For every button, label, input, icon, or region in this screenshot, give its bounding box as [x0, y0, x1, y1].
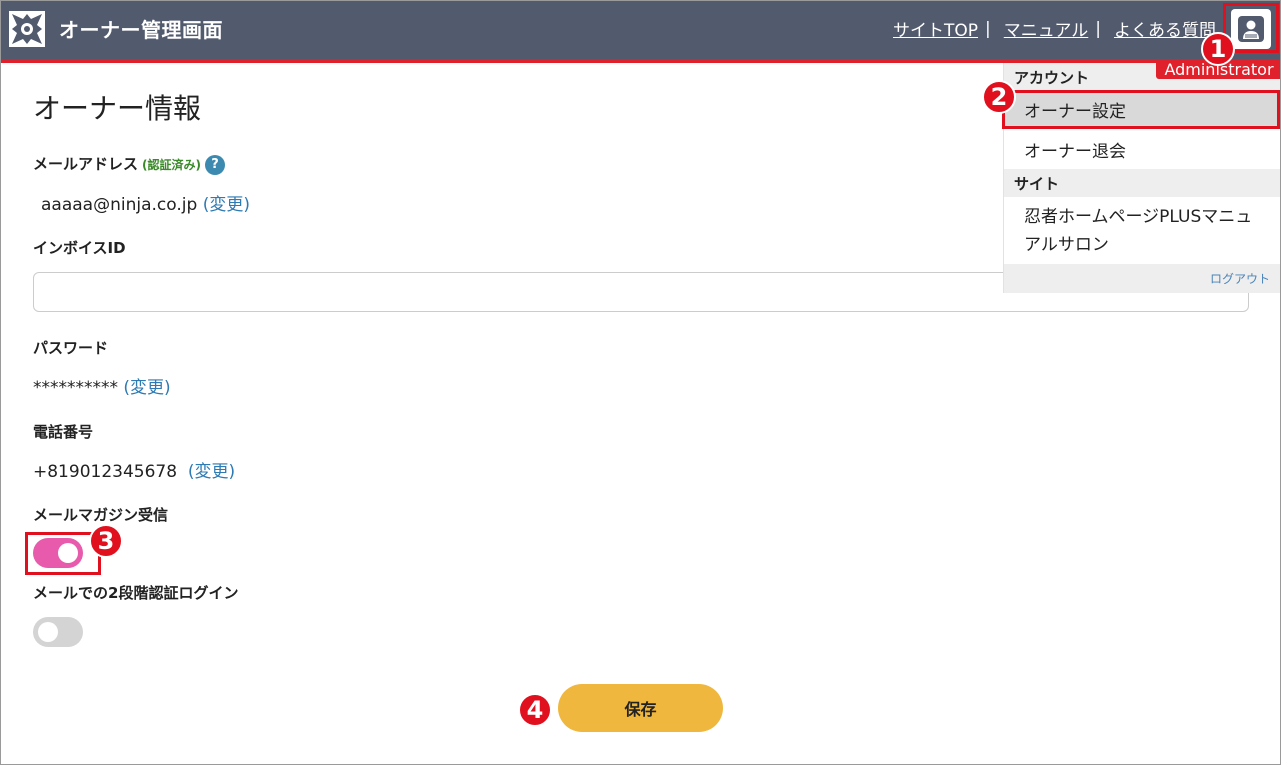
- password-value: **********: [33, 378, 118, 398]
- nav-site-top[interactable]: サイトTOP: [893, 16, 978, 41]
- callout-number-1: 1: [1201, 32, 1235, 66]
- phone-change-link[interactable]: (変更): [188, 462, 235, 482]
- nav-manual[interactable]: マニュアル: [1004, 16, 1089, 41]
- nav-separator: |: [985, 18, 991, 39]
- dropdown-section-site: サイト: [1004, 169, 1280, 197]
- save-button[interactable]: 保存: [558, 684, 723, 732]
- phone-value: +819012345678: [33, 462, 178, 482]
- email-change-link[interactable]: (変更): [203, 195, 250, 215]
- password-label: パスワード: [33, 339, 109, 357]
- menu-item-manual-salon-line2: アルサロン: [1024, 235, 1109, 255]
- menu-item-owner-withdraw[interactable]: オーナー退会: [1004, 129, 1280, 169]
- email-label-row: メールアドレス (認証済み)?: [33, 153, 225, 175]
- header-nav: サイトTOP | マニュアル | よくある質問: [893, 16, 1216, 42]
- callout-number-2: 2: [982, 80, 1016, 114]
- newsletter-label: メールマガジン受信: [33, 506, 169, 524]
- nav-separator: |: [1095, 18, 1101, 39]
- header-bar: オーナー管理画面 サイトTOP | マニュアル | よくある質問: [1, 1, 1280, 59]
- password-value-row: ********** (変更): [33, 373, 171, 398]
- logout-link[interactable]: ログアウト: [1004, 264, 1280, 293]
- menu-item-manual-salon-line1: 忍者ホームページPLUSマニュ: [1024, 207, 1253, 227]
- ninja-logo-icon[interactable]: [9, 11, 45, 47]
- email-value: aaaaa@ninja.co.jp: [41, 195, 198, 215]
- password-change-link[interactable]: (変更): [123, 378, 170, 398]
- callout-number-3: 3: [89, 524, 123, 558]
- twofa-toggle[interactable]: [33, 617, 83, 647]
- invoice-label: インボイスID: [33, 239, 126, 257]
- app-title: オーナー管理画面: [59, 18, 223, 42]
- help-icon[interactable]: ?: [205, 154, 225, 175]
- nav-faq[interactable]: よくある質問: [1114, 16, 1216, 41]
- callout-number-4: 4: [518, 693, 552, 727]
- page-title: オーナー情報: [33, 92, 202, 125]
- email-value-row: aaaaa@ninja.co.jp (変更): [41, 190, 250, 215]
- phone-value-row: +819012345678 (変更): [33, 457, 235, 482]
- callout-box-2: [1002, 90, 1280, 129]
- email-label: メールアドレス: [33, 155, 139, 173]
- phone-label: 電話番号: [33, 423, 94, 441]
- menu-item-manual-salon[interactable]: 忍者ホームページPLUSマニュ アルサロン: [1004, 201, 1280, 263]
- email-verified-badge: (認証済み): [142, 158, 201, 172]
- twofa-label: メールでの2段階認証ログイン: [33, 584, 239, 602]
- app-window: オーナー管理画面 サイトTOP | マニュアル | よくある質問 オーナー情報 …: [0, 0, 1281, 765]
- toggle-knob: [38, 622, 58, 642]
